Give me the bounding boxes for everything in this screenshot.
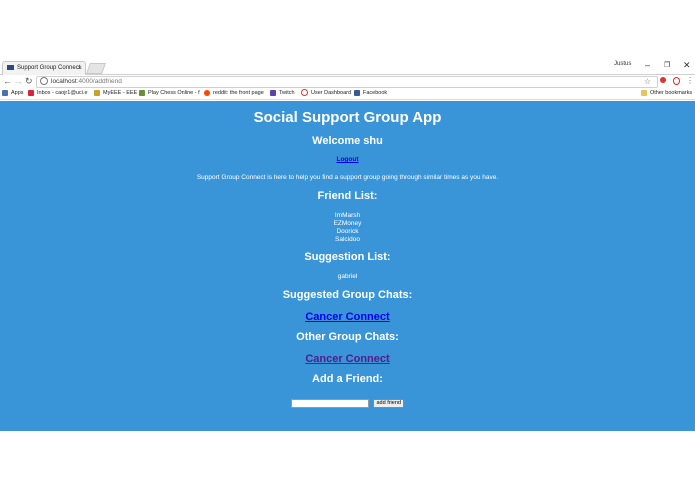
other-chat-link[interactable]: Cancer Connect: [305, 353, 389, 365]
new-tab-button[interactable]: [85, 63, 107, 74]
browser-tab[interactable]: Support Group Connect ×: [2, 61, 86, 75]
bookmark-star-icon[interactable]: ☆: [644, 77, 651, 87]
back-icon[interactable]: ←: [3, 75, 12, 87]
gmail-icon: [28, 89, 34, 96]
suggestion-list-heading: Suggestion List:: [304, 251, 391, 263]
reload-icon[interactable]: ↻: [25, 75, 33, 87]
browser-toolbar: ← → ↻ localhost:4000/addfriend ☆ ⋮: [0, 75, 695, 88]
site-info-icon[interactable]: [40, 77, 48, 86]
minimize-icon[interactable]: –: [645, 60, 650, 70]
close-tab-icon[interactable]: ×: [78, 62, 82, 75]
reddit-icon: [204, 89, 210, 96]
suggested-chats-heading: Suggested Group Chats:: [282, 289, 413, 301]
extension-icon[interactable]: [660, 77, 666, 83]
page-content: Social Support Group App Welcome shu Log…: [0, 101, 695, 431]
add-friend-heading: Add a Friend:: [312, 373, 383, 385]
url-path: :4000/addfriend: [76, 78, 122, 85]
add-friend-form: add friend: [0, 395, 695, 413]
profile-name[interactable]: Justus: [614, 61, 631, 67]
restore-icon[interactable]: ❐: [664, 61, 670, 69]
list-item: Doorick: [336, 228, 359, 235]
bookmark-dashboard[interactable]: User Dashboard: [301, 88, 351, 99]
bookmark-reddit[interactable]: reddit: the front page: [204, 88, 264, 99]
tab-strip: Support Group Connect × Justus – ❐ ✕: [0, 59, 695, 75]
bookmark-chess[interactable]: Play Chess Online - f: [139, 88, 200, 99]
bookmark-other[interactable]: Other bookmarks: [641, 88, 692, 99]
friend-list-heading: Friend List:: [317, 190, 378, 202]
chess-icon: [139, 89, 145, 96]
suggested-chat-link[interactable]: Cancer Connect: [305, 311, 389, 323]
friend-list: ImMarsh EZMoney Doorick Salcidoo: [0, 212, 695, 244]
menu-icon[interactable]: ⋮: [686, 75, 694, 87]
list-item: Salcidoo: [335, 236, 360, 243]
intro-text: Support Group Connect is here to help yo…: [196, 174, 499, 181]
suggestion-list: gabriel: [0, 273, 695, 280]
address-bar[interactable]: localhost:4000/addfriend ☆: [36, 76, 658, 88]
myeee-icon: [94, 89, 100, 96]
add-friend-button[interactable]: add friend: [373, 399, 404, 409]
facebook-icon: [354, 89, 360, 96]
bookmark-myeee[interactable]: MyEEE - EEE: [94, 88, 137, 99]
bookmark-apps[interactable]: Apps: [2, 88, 24, 99]
bookmark-inbox[interactable]: Inbox - caojr1@uci.e: [28, 88, 88, 99]
opera-icon[interactable]: [673, 77, 680, 85]
friend-name-input[interactable]: [291, 399, 370, 409]
page-title: Social Support Group App: [253, 109, 442, 126]
twitch-icon: [270, 89, 276, 96]
close-window-icon[interactable]: ✕: [683, 60, 691, 71]
browser-chrome: Support Group Connect × Justus – ❐ ✕ ← →…: [0, 59, 695, 101]
logout-link[interactable]: Logout: [336, 156, 358, 163]
list-item: gabriel: [337, 273, 358, 280]
tab-title: Support Group Connect: [17, 65, 81, 71]
page-favicon-icon: [7, 64, 14, 70]
bookmarks-bar: Apps Inbox - caojr1@uci.e MyEEE - EEE Pl…: [0, 88, 695, 100]
dashboard-icon: [301, 89, 308, 97]
apps-grid-icon: [2, 89, 8, 96]
bookmark-facebook[interactable]: Facebook: [354, 88, 387, 99]
welcome-heading: Welcome shu: [312, 135, 383, 147]
folder-icon: [641, 89, 647, 96]
other-chats-heading: Other Group Chats:: [296, 331, 399, 343]
bookmark-twitch[interactable]: Twitch: [270, 88, 295, 99]
list-item: EZMoney: [333, 220, 362, 227]
url-host: localhost: [51, 78, 77, 85]
forward-icon[interactable]: →: [14, 75, 23, 87]
list-item: ImMarsh: [334, 212, 361, 219]
